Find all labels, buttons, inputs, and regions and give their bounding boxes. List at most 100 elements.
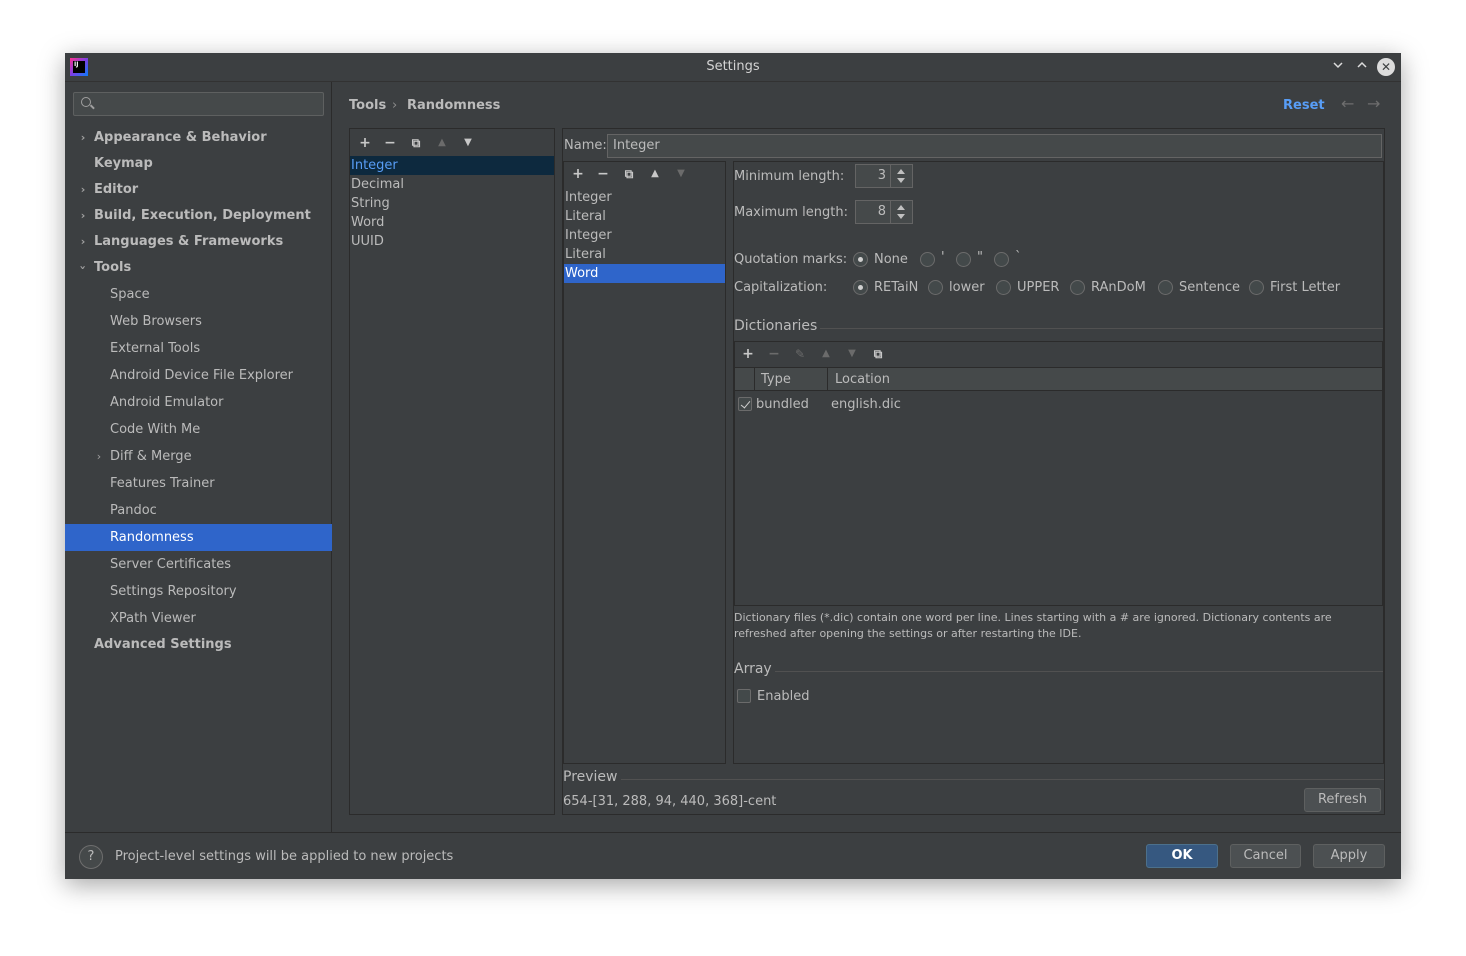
sidebar-item-android-device-file-explorer[interactable]: Android Device File Explorer: [65, 362, 332, 389]
list-item[interactable]: Integer: [350, 156, 554, 175]
sidebar-item-build-execution-deployment[interactable]: › Build, Execution, Deployment: [65, 202, 332, 229]
spinner-arrows-icon[interactable]: [890, 165, 912, 187]
move-down-icon[interactable]: ▼: [672, 165, 690, 183]
sidebar-item-label: Pandoc: [110, 503, 157, 518]
sidebar-item-space[interactable]: Space: [65, 281, 332, 308]
reset-link[interactable]: Reset: [1283, 98, 1325, 113]
list-item[interactable]: Literal: [564, 207, 725, 226]
settings-sidebar: › Appearance & Behavior Keymap › Editor …: [65, 82, 332, 832]
apply-button[interactable]: Apply: [1313, 844, 1385, 868]
capitalization-lower-label: lower: [949, 280, 985, 295]
sidebar-item-diff-merge[interactable]: › Diff & Merge: [65, 443, 332, 470]
sidebar-item-keymap[interactable]: Keymap: [65, 150, 332, 177]
copy-icon[interactable]: ⧉: [869, 345, 887, 363]
quotation-double-radio[interactable]: [956, 252, 971, 267]
dictionary-location: english.dic: [831, 397, 901, 412]
capitalization-upper-radio[interactable]: [996, 280, 1011, 295]
copy-icon[interactable]: ⧉: [620, 165, 638, 183]
quotation-single-radio[interactable]: [920, 252, 935, 267]
chevron-down-icon: ›: [76, 265, 90, 270]
move-down-icon[interactable]: ▼: [459, 134, 477, 152]
move-up-icon[interactable]: ▲: [646, 165, 664, 183]
array-enabled-label: Enabled: [757, 689, 810, 704]
breadcrumb-parent[interactable]: Tools: [349, 98, 386, 113]
name-field[interactable]: Integer: [607, 134, 1382, 158]
column-type[interactable]: Type: [761, 372, 791, 387]
capitalization-first-letter-radio[interactable]: [1249, 280, 1264, 295]
scheme-list-panel: + − ⧉ ▲ ▼ Integer Decimal String Word UU…: [349, 128, 555, 815]
breadcrumb-current: Randomness: [407, 98, 501, 113]
remove-icon[interactable]: −: [765, 345, 783, 363]
sidebar-item-xpath-viewer[interactable]: XPath Viewer: [65, 605, 332, 632]
add-icon[interactable]: +: [569, 165, 587, 183]
list-item[interactable]: Word: [350, 213, 554, 232]
copy-icon[interactable]: ⧉: [407, 134, 425, 152]
sidebar-item-advanced-settings[interactable]: Advanced Settings: [65, 631, 332, 658]
list-item[interactable]: Word: [564, 264, 725, 283]
sidebar-item-editor[interactable]: › Editor: [65, 176, 332, 203]
quotation-none-radio[interactable]: [853, 252, 868, 267]
cancel-button[interactable]: Cancel: [1230, 844, 1301, 868]
column-location[interactable]: Location: [835, 372, 890, 387]
capitalization-random-radio[interactable]: [1070, 280, 1085, 295]
window-title: Settings: [706, 59, 760, 74]
add-icon[interactable]: +: [739, 345, 757, 363]
capitalization-lower-radio[interactable]: [928, 280, 943, 295]
sidebar-item-settings-repository[interactable]: Settings Repository: [65, 578, 332, 605]
sidebar-item-languages-frameworks[interactable]: › Languages & Frameworks: [65, 228, 332, 255]
move-up-icon[interactable]: ▲: [817, 345, 835, 363]
search-input[interactable]: [73, 92, 324, 116]
quotation-backtick-radio[interactable]: [994, 252, 1009, 267]
edit-icon[interactable]: ✎: [791, 345, 809, 363]
spinner-arrows-icon[interactable]: [890, 201, 912, 223]
sidebar-item-features-trainer[interactable]: Features Trainer: [65, 470, 332, 497]
maximum-length-spinner[interactable]: 8: [855, 200, 913, 224]
sidebar-item-external-tools[interactable]: External Tools: [65, 335, 332, 362]
list-item[interactable]: String: [350, 194, 554, 213]
sidebar-item-label: Editor: [94, 182, 139, 197]
minimize-icon[interactable]: [1329, 58, 1347, 76]
close-icon[interactable]: ✕: [1377, 58, 1395, 76]
minimum-length-label: Minimum length:: [734, 169, 845, 184]
capitalization-sentence-radio[interactable]: [1158, 280, 1173, 295]
sidebar-item-label: XPath Viewer: [110, 611, 196, 626]
refresh-button[interactable]: Refresh: [1304, 788, 1381, 812]
word-settings-panel: Minimum length: 3 Maximum length: 8 Quot…: [733, 161, 1384, 764]
sidebar-item-pandoc[interactable]: Pandoc: [65, 497, 332, 524]
list-item[interactable]: UUID: [350, 232, 554, 251]
sidebar-item-label: Appearance & Behavior: [94, 130, 267, 145]
list-item[interactable]: Decimal: [350, 175, 554, 194]
back-arrow-icon[interactable]: ←: [1341, 94, 1354, 113]
preview-value: 654-[31, 288, 94, 440, 368]-cent: [563, 794, 777, 809]
title-bar: IJ Settings ✕: [65, 53, 1401, 82]
list-item[interactable]: Literal: [564, 245, 725, 264]
name-label: Name:: [564, 138, 607, 153]
sidebar-item-label: Build, Execution, Deployment: [94, 208, 311, 223]
minimum-length-spinner[interactable]: 3: [855, 164, 913, 188]
capitalization-upper-label: UPPER: [1017, 280, 1060, 295]
add-icon[interactable]: +: [356, 134, 374, 152]
maximize-icon[interactable]: [1353, 58, 1371, 76]
dictionaries-table: + − ✎ ▲ ▼ ⧉ Type Location bundled englis…: [734, 341, 1383, 606]
sidebar-item-tools[interactable]: › Tools: [65, 254, 332, 281]
capitalization-retain-radio[interactable]: [853, 280, 868, 295]
quotation-double-label: ": [977, 250, 983, 265]
remove-icon[interactable]: −: [381, 134, 399, 152]
sidebar-item-android-emulator[interactable]: Android Emulator: [65, 389, 332, 416]
ok-button[interactable]: OK: [1146, 844, 1218, 868]
help-icon[interactable]: ?: [79, 845, 103, 869]
forward-arrow-icon[interactable]: →: [1367, 94, 1380, 113]
array-enabled-checkbox[interactable]: [737, 689, 751, 703]
move-up-icon[interactable]: ▲: [433, 134, 451, 152]
list-item[interactable]: Integer: [564, 188, 725, 207]
search-icon: [81, 97, 91, 107]
sidebar-item-web-browsers[interactable]: Web Browsers: [65, 308, 332, 335]
sidebar-item-randomness[interactable]: Randomness: [65, 524, 332, 551]
list-item[interactable]: Integer: [564, 226, 725, 245]
move-down-icon[interactable]: ▼: [843, 345, 861, 363]
remove-icon[interactable]: −: [594, 165, 612, 183]
dictionary-enabled-checkbox[interactable]: [738, 397, 752, 411]
sidebar-item-appearance-behavior[interactable]: › Appearance & Behavior: [65, 124, 332, 151]
sidebar-item-code-with-me[interactable]: Code With Me: [65, 416, 332, 443]
sidebar-item-server-certificates[interactable]: Server Certificates: [65, 551, 332, 578]
